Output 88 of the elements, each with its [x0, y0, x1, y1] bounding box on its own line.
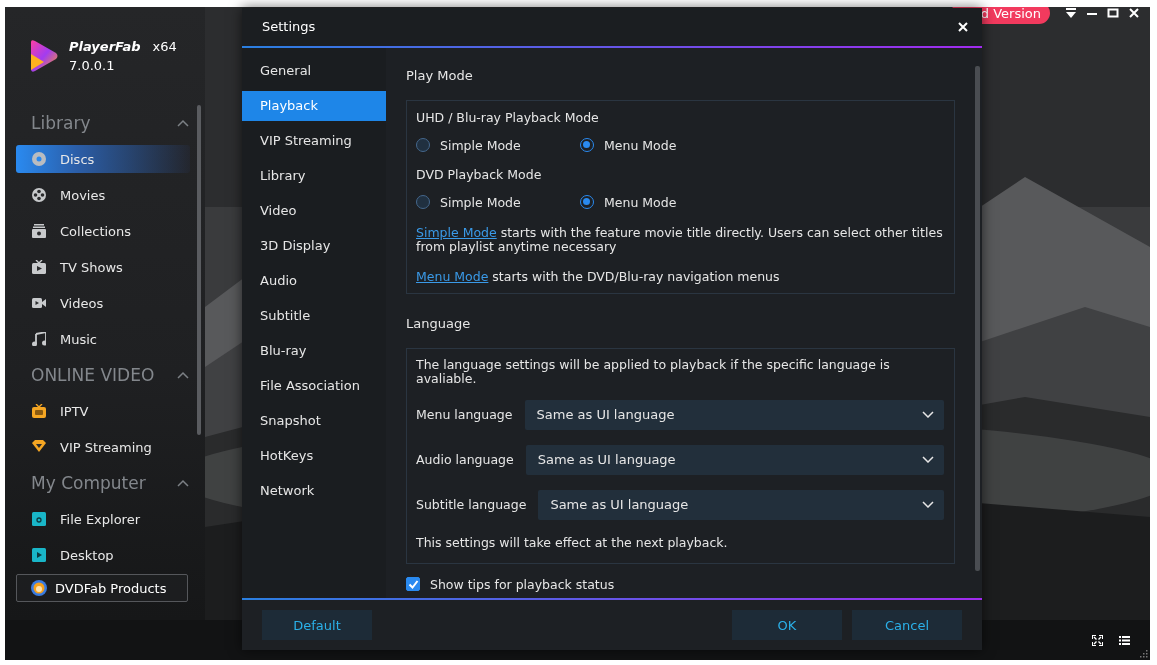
desktop-icon — [32, 548, 46, 562]
tv-icon — [32, 404, 46, 418]
settings-nav-item[interactable]: Library — [242, 160, 386, 191]
disc-icon — [32, 152, 46, 166]
group-label: UHD / Blu-ray Playback Mode — [416, 109, 600, 125]
settings-nav-item[interactable]: Subtitle — [242, 300, 386, 331]
mode-description: Simple Mode starts with the feature movie title directly. Users can select other titles from playlist anytime necessary — [416, 225, 944, 254]
radio-button[interactable] — [416, 195, 430, 210]
field-label: Subtitle language — [416, 497, 527, 513]
checkmark-icon — [407, 578, 419, 590]
sidebar-item[interactable]: Videos — [16, 289, 190, 317]
diamond-icon — [32, 440, 46, 454]
settings-nav-item[interactable]: VIP Streaming — [242, 125, 386, 156]
group-label: DVD Playback Mode — [416, 166, 543, 182]
checkbox[interactable] — [406, 577, 420, 592]
resize-grip-icon[interactable] — [1140, 650, 1148, 658]
dialog-title: Settings — [262, 19, 316, 35]
cancel-button[interactable]: Cancel — [852, 610, 962, 641]
sidebar-item[interactable]: Collections — [16, 217, 190, 245]
collection-icon — [32, 224, 46, 238]
explorer-icon — [32, 512, 46, 526]
sidebar-item[interactable]: File Explorer — [16, 505, 190, 533]
radio-label[interactable]: Simple Mode — [440, 194, 521, 210]
sidebar-item[interactable]: Music — [16, 325, 190, 353]
section-title: Play Mode — [406, 67, 474, 83]
language-dropdown[interactable]: Same as UI language — [524, 399, 944, 430]
sidebar-item[interactable]: VIP Streaming — [16, 433, 190, 461]
settings-nav-item[interactable]: File Association — [242, 370, 386, 401]
radio-button[interactable] — [416, 138, 430, 153]
mode-link[interactable]: Simple Mode — [416, 224, 497, 240]
radio-button[interactable] — [580, 138, 594, 153]
section-header[interactable]: My Computer — [31, 473, 146, 493]
settings-nav-item[interactable]: Playback — [242, 90, 386, 121]
app-logo-icon — [29, 40, 59, 72]
tv-icon — [32, 260, 46, 274]
app-version: 7.0.0.1 — [69, 58, 116, 73]
app-name: PlayerFab — [69, 39, 141, 54]
video-camera-icon — [32, 296, 46, 310]
sidebar-item[interactable]: Movies — [16, 181, 190, 209]
sidebar-item[interactable]: IPTV — [16, 397, 190, 425]
products-logo-icon — [31, 580, 47, 596]
settings-nav-item[interactable]: Audio — [242, 265, 386, 296]
language-dropdown[interactable]: Same as UI language — [538, 489, 944, 520]
section-header[interactable]: Library — [31, 113, 91, 133]
close-icon[interactable] — [958, 21, 968, 32]
settings-nav-item[interactable]: Snapshot — [242, 405, 386, 436]
scrollbar-thumb[interactable] — [975, 65, 980, 571]
settings-nav-item[interactable]: General — [242, 55, 386, 86]
chevron-down-icon — [922, 456, 934, 464]
mode-link[interactable]: Menu Mode — [416, 268, 489, 284]
chevron-down-icon — [922, 411, 934, 419]
sidebar-item[interactable]: Desktop — [16, 541, 190, 562]
settings-nav-item[interactable]: Network — [242, 475, 386, 506]
checkbox-label[interactable]: Show tips for playback status — [430, 576, 615, 592]
maximize-icon[interactable] — [1107, 7, 1119, 19]
radio-label[interactable]: Simple Mode — [440, 137, 521, 153]
radio-button[interactable] — [580, 195, 594, 210]
chevron-down-icon — [922, 501, 934, 509]
language-note: The language settings will be applied to playback if the specific language is avaliable. — [416, 357, 891, 386]
sidebar-item[interactable]: TV Shows — [16, 253, 190, 281]
default-button[interactable]: Default — [262, 610, 372, 641]
language-footnote: This settings will take effect at the next playback. — [416, 534, 729, 550]
section-title: Language — [406, 315, 472, 331]
settings-nav-item[interactable]: Video — [242, 195, 386, 226]
ok-button[interactable]: OK — [732, 610, 842, 641]
scrollbar-thumb[interactable] — [197, 105, 201, 435]
mode-description: Menu Mode starts with the DVD/Blu-ray navigation menus — [416, 269, 781, 284]
dropdown-icon[interactable] — [1065, 7, 1077, 19]
products-button[interactable]: DVDFab Products — [16, 574, 188, 602]
chevron-icon[interactable] — [177, 371, 189, 379]
radio-label[interactable]: Menu Mode — [604, 137, 677, 153]
chevron-icon[interactable] — [177, 119, 189, 127]
section-header[interactable]: ONLINE VIDEO — [31, 365, 155, 385]
field-label: Menu language — [416, 407, 513, 423]
close-icon[interactable] — [1128, 7, 1140, 19]
settings-nav-item[interactable]: Blu-ray — [242, 335, 386, 366]
list-icon[interactable] — [1119, 635, 1130, 645]
field-label: Audio language — [416, 452, 514, 468]
music-note-icon — [32, 332, 46, 346]
settings-nav-item[interactable]: 3D Display — [242, 230, 386, 261]
fullscreen-icon[interactable] — [1092, 634, 1103, 646]
chevron-icon[interactable] — [177, 479, 189, 487]
radio-label[interactable]: Menu Mode — [604, 194, 677, 210]
film-reel-icon — [32, 188, 46, 202]
sidebar-item[interactable]: Discs — [16, 145, 190, 173]
settings-nav-item[interactable]: HotKeys — [242, 440, 386, 471]
language-dropdown[interactable]: Same as UI language — [525, 444, 944, 475]
app-architecture: x64 — [152, 39, 177, 54]
